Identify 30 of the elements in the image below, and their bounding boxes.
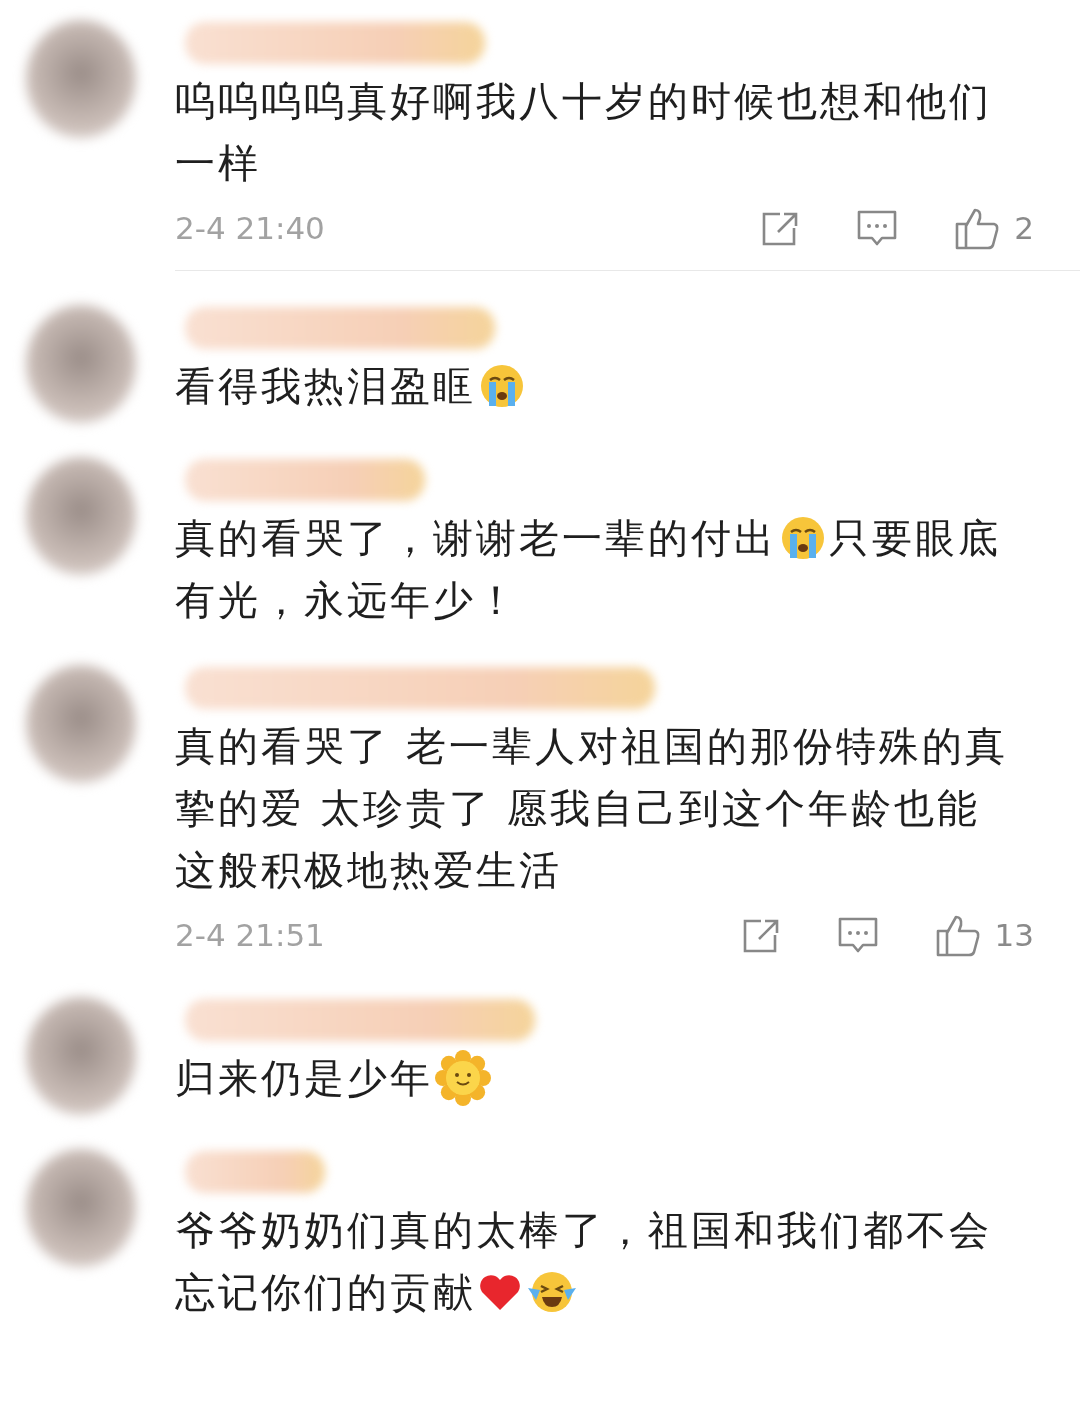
thumbs-up-icon[interactable]: [954, 206, 1001, 250]
sun-face-icon: [435, 1050, 491, 1106]
like-count: 13: [994, 917, 1034, 953]
thumbs-up-icon[interactable]: [934, 913, 981, 957]
avatar[interactable]: [26, 997, 136, 1115]
comment-text: 看得我热泪盈眶: [175, 361, 476, 411]
comment-text: 呜呜呜呜真好啊我八十岁的时候也想和他们: [175, 76, 992, 126]
comment-text: 忘记你们的贡献: [175, 1267, 476, 1317]
like-count: 2: [1014, 210, 1034, 246]
avatar[interactable]: [26, 305, 136, 423]
comment-time: 2-4 21:40: [175, 210, 325, 246]
comment-text: 真的看哭了，谢谢老一辈的付出: [175, 513, 777, 563]
comment-text: 有光，永远年少！: [175, 575, 519, 625]
comment-time: 2-4 21:51: [175, 917, 325, 953]
heart-icon: [478, 1272, 522, 1312]
crying-face-icon: [779, 514, 827, 562]
comment-text: 归来仍是少年: [175, 1053, 433, 1103]
avatar[interactable]: [26, 20, 136, 138]
comment-text: 一样: [175, 138, 261, 188]
comment-text: 真的看哭了 老一辈人对祖国的那份特殊的真: [175, 721, 1008, 771]
comment-icon[interactable]: [856, 209, 899, 247]
crying-face-icon: [478, 362, 526, 410]
avatar[interactable]: [26, 1149, 136, 1267]
avatar[interactable]: [26, 457, 136, 575]
avatar[interactable]: [26, 665, 136, 783]
comment-text: 挚的爱 太珍贵了 愿我自己到这个年龄也能: [175, 783, 981, 833]
comment-text: 爷爷奶奶们真的太棒了，祖国和我们都不会: [175, 1205, 992, 1255]
comment-icon[interactable]: [836, 916, 879, 954]
comment-text: 这般积极地热爱生活: [175, 845, 562, 895]
comment-text: 只要眼底: [829, 513, 1001, 563]
